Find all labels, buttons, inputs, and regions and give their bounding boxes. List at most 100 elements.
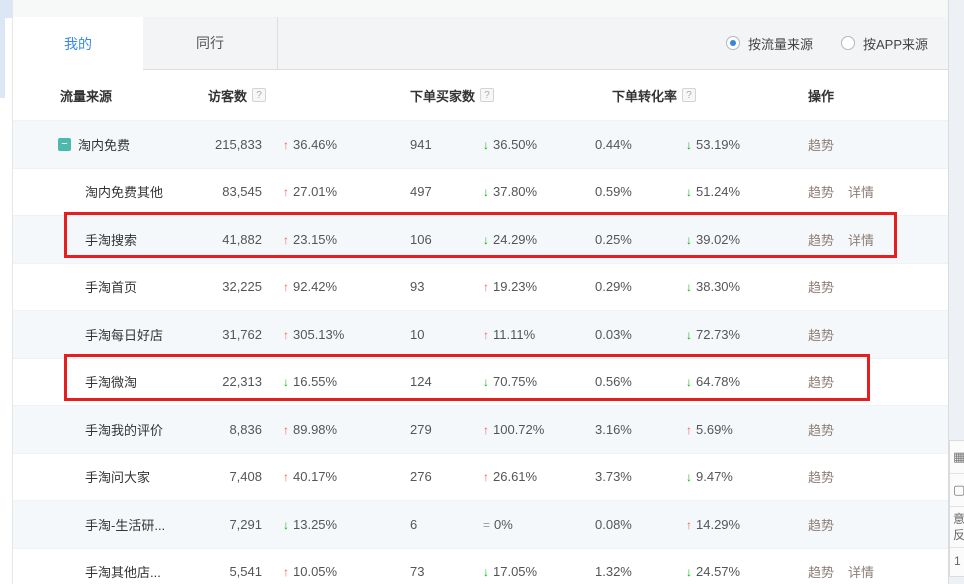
- trend-arrow-icon: ↓: [686, 375, 692, 389]
- grid-icon[interactable]: ▦: [950, 441, 964, 474]
- conversion-value: 0.59%: [595, 184, 673, 199]
- top-strip: [13, 0, 964, 17]
- trend-arrow-icon: ↓: [686, 185, 692, 199]
- detail-link[interactable]: 详情: [848, 230, 874, 249]
- buyers-change: ↓17.05%: [470, 564, 595, 579]
- tab-mine[interactable]: 我的: [13, 17, 143, 71]
- table-row: 手淘微淘 22,313 ↓16.55% 124 ↓70.75% 0.56% ↓6…: [13, 358, 948, 406]
- trend-arrow-icon: ↓: [483, 138, 489, 152]
- col-header-actions: 操作: [795, 86, 948, 105]
- trend-link[interactable]: 趋势: [808, 182, 834, 201]
- conversion-change: ↓39.02%: [673, 232, 795, 247]
- trend-arrow-icon: ↑: [483, 328, 489, 342]
- trend-link[interactable]: 趋势: [808, 135, 834, 154]
- trend-arrow-icon: ↓: [483, 565, 489, 579]
- source-label: 手淘搜索: [85, 230, 137, 249]
- trend-arrow-icon: ↑: [283, 138, 289, 152]
- table-row: 手淘-生活研... 7,291 ↓13.25% 6 =0% 0.08% ↑14.…: [13, 500, 948, 548]
- traffic-source-name: 淘内免费其他: [13, 182, 185, 201]
- panel-icon[interactable]: ▢: [950, 474, 964, 507]
- conversion-value: 0.44%: [595, 137, 673, 152]
- trend-arrow-icon: ↑: [686, 518, 692, 532]
- detail-link[interactable]: 详情: [848, 182, 874, 201]
- col-header-traffic-source: 流量来源: [13, 86, 185, 105]
- trend-arrow-icon: ↑: [483, 280, 489, 294]
- feedback-button[interactable]: 意 反: [950, 507, 964, 548]
- radio-by-app-source[interactable]: 按APP来源: [841, 34, 928, 53]
- radio-label: 按APP来源: [863, 34, 928, 53]
- conversion-value: 0.25%: [595, 232, 673, 247]
- conversion-value: 1.32%: [595, 564, 673, 579]
- buyers-value: 10: [392, 327, 470, 342]
- traffic-source-name: 手淘每日好店: [13, 325, 185, 344]
- visitors-value: 5,541: [185, 564, 262, 579]
- trend-arrow-icon: ↑: [283, 185, 289, 199]
- trend-arrow-icon: ↑: [283, 280, 289, 294]
- conversion-change: ↓53.19%: [673, 137, 795, 152]
- trend-link[interactable]: 趋势: [808, 420, 834, 439]
- conversion-value: 0.29%: [595, 279, 673, 294]
- conversion-change: ↓38.30%: [673, 279, 795, 294]
- visitors-value: 22,313: [185, 374, 262, 389]
- filter-area: 按流量来源 按APP来源: [278, 17, 964, 69]
- col-header-visitors: 访客数 ?: [185, 86, 392, 105]
- help-icon[interactable]: ?: [682, 88, 696, 102]
- visitors-change: ↑92.42%: [262, 279, 392, 294]
- conversion-change: ↓24.57%: [673, 564, 795, 579]
- trend-arrow-icon: ↑: [283, 233, 289, 247]
- visitors-change: ↑23.15%: [262, 232, 392, 247]
- buyers-value: 124: [392, 374, 470, 389]
- tab-bar: 我的 同行 按流量来源 按APP来源: [13, 17, 964, 70]
- trend-arrow-icon: =: [483, 518, 490, 532]
- trend-link[interactable]: 趋势: [808, 230, 834, 249]
- left-rail: [0, 0, 13, 584]
- visitors-value: 8,836: [185, 422, 262, 437]
- traffic-source-name: − 淘内免费: [13, 135, 185, 154]
- toolbar-partial-item[interactable]: 1: [950, 548, 964, 576]
- trend-link[interactable]: 趋势: [808, 515, 834, 534]
- radio-icon[interactable]: [841, 36, 855, 50]
- detail-link[interactable]: 详情: [848, 562, 874, 581]
- conversion-change: ↓9.47%: [673, 469, 795, 484]
- source-label: 手淘问大家: [85, 467, 150, 486]
- buyers-value: 106: [392, 232, 470, 247]
- visitors-change: ↑27.01%: [262, 184, 392, 199]
- visitors-value: 7,291: [185, 517, 262, 532]
- visitors-change: ↑40.17%: [262, 469, 392, 484]
- radio-icon[interactable]: [726, 36, 740, 50]
- table-row: 手淘首页 32,225 ↑92.42% 93 ↑19.23% 0.29% ↓38…: [13, 263, 948, 311]
- trend-arrow-icon: ↑: [483, 470, 489, 484]
- tab-peers[interactable]: 同行: [143, 17, 278, 69]
- help-icon[interactable]: ?: [252, 88, 266, 102]
- help-icon[interactable]: ?: [480, 88, 494, 102]
- buyers-value: 6: [392, 517, 470, 532]
- trend-link[interactable]: 趋势: [808, 372, 834, 391]
- buyers-value: 276: [392, 469, 470, 484]
- floating-toolbar: ▦ ▢ 意 反 1: [949, 440, 964, 577]
- visitors-change: ↓13.25%: [262, 517, 392, 532]
- trend-arrow-icon: ↓: [686, 233, 692, 247]
- buyers-change: =0%: [470, 517, 595, 532]
- trend-link[interactable]: 趋势: [808, 277, 834, 296]
- visitors-change: ↑89.98%: [262, 422, 392, 437]
- conversion-value: 3.73%: [595, 469, 673, 484]
- source-label: 手淘-生活研...: [85, 515, 165, 534]
- row-actions: 趋势详情: [795, 182, 948, 201]
- col-header-label: 访客数: [208, 86, 247, 105]
- collapse-icon[interactable]: −: [58, 138, 71, 151]
- trend-arrow-icon: ↓: [483, 375, 489, 389]
- visitors-value: 41,882: [185, 232, 262, 247]
- row-actions: 趋势详情: [795, 562, 948, 581]
- buyers-change: ↑26.61%: [470, 469, 595, 484]
- traffic-source-name: 手淘-生活研...: [13, 515, 185, 534]
- trend-link[interactable]: 趋势: [808, 562, 834, 581]
- trend-link[interactable]: 趋势: [808, 325, 834, 344]
- trend-link[interactable]: 趋势: [808, 467, 834, 486]
- table-row: 手淘我的评价 8,836 ↑89.98% 279 ↑100.72% 3.16% …: [13, 405, 948, 453]
- radio-by-traffic-source[interactable]: 按流量来源: [726, 34, 813, 53]
- traffic-source-name: 手淘微淘: [13, 372, 185, 391]
- row-actions: 趋势: [795, 467, 948, 486]
- trend-arrow-icon: ↓: [283, 375, 289, 389]
- row-actions: 趋势: [795, 515, 948, 534]
- visitors-value: 7,408: [185, 469, 262, 484]
